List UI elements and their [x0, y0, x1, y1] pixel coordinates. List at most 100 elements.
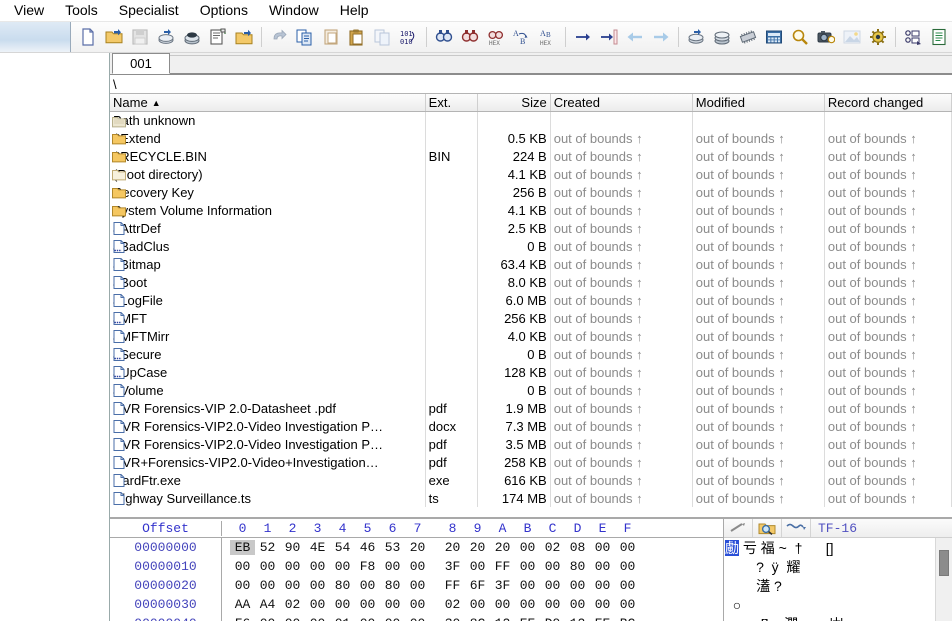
- table-row[interactable]: $Extend 0.5 KB out of bounds ↑ out of bound…: [110, 129, 952, 147]
- find-hex-icon[interactable]: [457, 24, 483, 50]
- case-data-icon[interactable]: [900, 24, 926, 50]
- paste-dimmed-icon[interactable]: [370, 24, 396, 50]
- hex-byte[interactable]: 00: [590, 578, 615, 593]
- hex-byte[interactable]: EE: [590, 616, 615, 621]
- menu-help[interactable]: Help: [330, 0, 380, 21]
- open-folder-icon[interactable]: [231, 24, 257, 50]
- hex-byte[interactable]: 80: [330, 578, 355, 593]
- menu-options[interactable]: Options: [190, 0, 259, 21]
- hex-byte[interactable]: 54: [330, 540, 355, 555]
- table-row[interactable]: Path unknown: [110, 111, 952, 129]
- col-header-created[interactable]: Created: [550, 94, 693, 112]
- hex-byte[interactable]: 12: [490, 616, 515, 621]
- encoding-label[interactable]: TF-16: [811, 521, 857, 536]
- path-bar[interactable]: \: [110, 75, 952, 93]
- hex-byte[interactable]: 00: [615, 540, 640, 555]
- hex-byte[interactable]: 00: [280, 578, 305, 593]
- hex-byte[interactable]: 00: [230, 559, 255, 574]
- table-row[interactable]: $LogFile 6.0 MB out of bounds ↑ out of boun…: [110, 291, 952, 309]
- col-header-size[interactable]: Size: [477, 94, 551, 112]
- tab-001[interactable]: 001: [112, 53, 170, 74]
- hex-byte[interactable]: 00: [590, 597, 615, 612]
- hex-byte[interactable]: 00: [330, 559, 355, 574]
- hex-byte[interactable]: F8: [355, 559, 380, 574]
- hex-byte[interactable]: 00: [305, 578, 330, 593]
- hex-byte[interactable]: EE: [515, 616, 540, 621]
- text-preview-content[interactable]: 勴 亏 福 ~ † [] ? ÿ 耀 濭 ? ○ · [] 濶 μ 凷: [724, 538, 952, 621]
- hex-byte[interactable]: 00: [540, 597, 565, 612]
- hex-row[interactable]: 00000040F600000001000000308C12EED912EEBC: [110, 614, 723, 621]
- calculator-icon[interactable]: [761, 24, 787, 50]
- hex-byte[interactable]: 02: [280, 597, 305, 612]
- hex-row[interactable]: 00000020 00 00 00 00 80 00 80 00 FF 6F 3F 00 00 00 00 00: [110, 576, 723, 595]
- save-file-icon[interactable]: [127, 24, 153, 50]
- hex-byte[interactable]: 00: [565, 578, 590, 593]
- clone-disk-icon[interactable]: [709, 24, 735, 50]
- table-row[interactable]: $Secure 0 Bout of bounds ↑ out of bounds ↑…: [110, 345, 952, 363]
- table-row[interactable]: Recovery Key 256 Bout of bounds ↑ out of b…: [110, 183, 952, 201]
- hex-byte[interactable]: 3F: [490, 578, 515, 593]
- hex-byte[interactable]: 00: [330, 597, 355, 612]
- table-row[interactable]: $Bitmap 63.4 KB out of bounds ↑ out of boun…: [110, 255, 952, 273]
- table-row[interactable]: HardFtr.exe exe 616 KB out of bounds ↑ out o…: [110, 471, 952, 489]
- hex-byte[interactable]: 08: [565, 540, 590, 555]
- hex-byte[interactable]: FF: [490, 559, 515, 574]
- hex-byte[interactable]: 00: [305, 616, 330, 621]
- table-row[interactable]: DVR Forensics-VIP2.0-Video Investigation…: [110, 435, 952, 453]
- hex-byte[interactable]: 00: [615, 578, 640, 593]
- hex-byte[interactable]: 20: [405, 540, 430, 555]
- hex-byte[interactable]: 00: [490, 597, 515, 612]
- replace-hex-icon[interactable]: A B HEX: [535, 24, 561, 50]
- hex-byte[interactable]: 46: [355, 540, 380, 555]
- replace-text-icon[interactable]: AB: [509, 24, 535, 50]
- find-text-icon[interactable]: [431, 24, 457, 50]
- undo-icon[interactable]: [266, 24, 292, 50]
- hex-byte[interactable]: 00: [565, 597, 590, 612]
- menu-tools[interactable]: Tools: [55, 0, 109, 21]
- find-hex-alt-icon[interactable]: HEX: [483, 24, 509, 50]
- hex-byte[interactable]: 00: [355, 597, 380, 612]
- hex-row[interactable]: 00000000 EB 52 90 4E 54 46 53 20 20 20 20 00 02 08 00 00: [110, 538, 723, 557]
- hex-byte[interactable]: 02: [440, 597, 465, 612]
- hex-byte[interactable]: 00: [255, 616, 280, 621]
- hex-byte[interactable]: 01: [330, 616, 355, 621]
- hex-byte[interactable]: 20: [490, 540, 515, 555]
- ram-chip-icon[interactable]: [735, 24, 761, 50]
- hex-byte[interactable]: 00: [380, 616, 405, 621]
- table-row[interactable]: $MFTMirr 4.0 KB out of bounds ↑ out of boun…: [110, 327, 952, 345]
- squiggle-line-icon[interactable]: [782, 519, 811, 537]
- hex-byte[interactable]: 3F: [440, 559, 465, 574]
- hex-byte[interactable]: 00: [405, 559, 430, 574]
- hex-byte[interactable]: 00: [590, 559, 615, 574]
- hex-byte[interactable]: 00: [305, 597, 330, 612]
- open-file-icon[interactable]: [101, 24, 127, 50]
- hex-byte[interactable]: 00: [280, 559, 305, 574]
- hex-byte[interactable]: 00: [355, 616, 380, 621]
- table-row[interactable]: $RECYCLE.BIN BIN 224 Bout of bounds ↑ out o…: [110, 147, 952, 165]
- hex-byte[interactable]: 00: [405, 616, 430, 621]
- hex-byte[interactable]: 02: [540, 540, 565, 555]
- forward-arrow-icon[interactable]: [648, 24, 674, 50]
- hex-data-area[interactable]: Offset 0123456789ABCDEF 00000000 EB 52 90 4E…: [110, 519, 723, 621]
- table-row[interactable]: $UpCase 128 KB out of bounds ↑ out of bound…: [110, 363, 952, 381]
- menu-window[interactable]: Window: [259, 0, 330, 21]
- hex-row[interactable]: 00000030 AA A4 02 00 00 00 00 00 02 00 00 00 00 00 00 00: [110, 595, 723, 614]
- hex-byte[interactable]: 00: [515, 578, 540, 593]
- table-row[interactable]: Highway Surveillance.ts ts 174 MB out of bo…: [110, 489, 952, 507]
- table-row[interactable]: DVR Forensics-VIP2.0-Video Investigation…: [110, 417, 952, 435]
- scrollbar-thumb[interactable]: [939, 550, 949, 576]
- file-list-container[interactable]: Name ▲ Ext. Size Created Modified Record …: [110, 93, 952, 517]
- hex-byte[interactable]: 00: [255, 559, 280, 574]
- table-row[interactable]: $Volume 0 Bout of bounds ↑ out of bounds ↑…: [110, 381, 952, 399]
- hex-byte[interactable]: 00: [280, 616, 305, 621]
- hex-byte[interactable]: 00: [380, 597, 405, 612]
- paste-clipboard-icon[interactable]: [344, 24, 370, 50]
- hex-byte[interactable]: 00: [405, 578, 430, 593]
- table-row[interactable]: $MFT 256 KB out of bounds ↑ out of bounds ↑…: [110, 309, 952, 327]
- table-row[interactable]: $AttrDef 2.5 KB out of bounds ↑ out of boun…: [110, 219, 952, 237]
- col-header-record-changed[interactable]: Record changed: [824, 94, 952, 112]
- hex-byte[interactable]: 53: [380, 540, 405, 555]
- zoom-icon[interactable]: [787, 24, 813, 50]
- hex-byte[interactable]: 20: [440, 540, 465, 555]
- goto-offset-icon[interactable]: [570, 24, 596, 50]
